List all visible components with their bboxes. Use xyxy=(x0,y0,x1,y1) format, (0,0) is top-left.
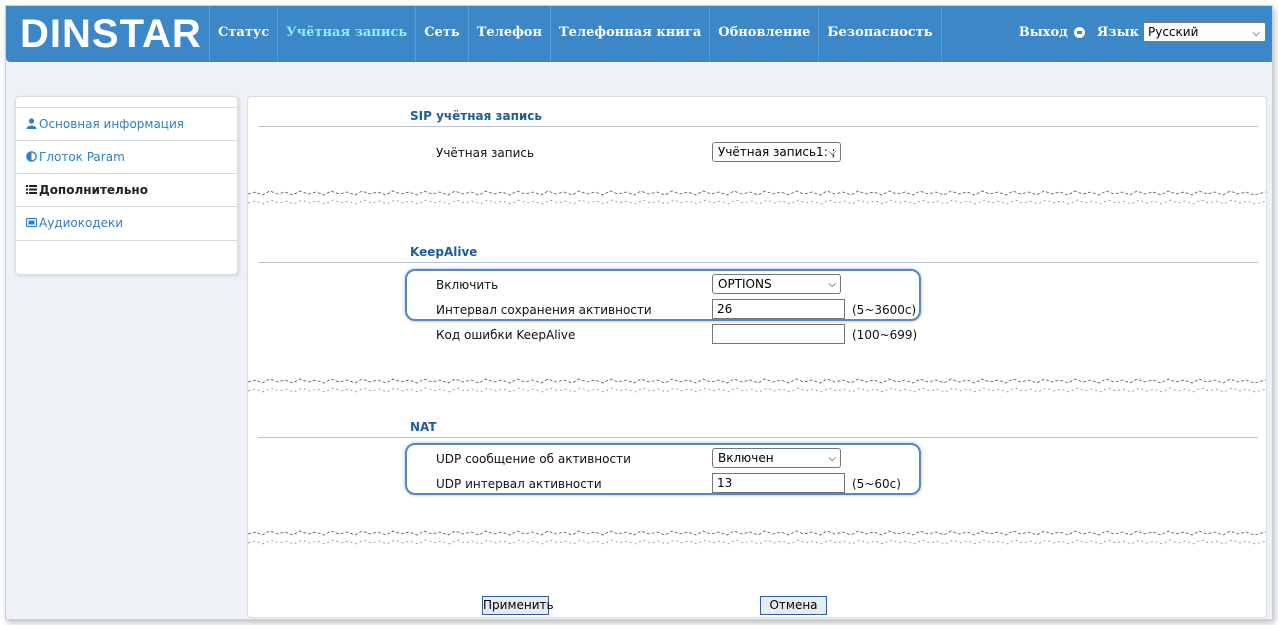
sidebar: Основная информация Глоток Param Дополни… xyxy=(15,96,238,275)
nav-network[interactable]: Сеть xyxy=(415,6,468,62)
sidebar-item-audio-codecs[interactable]: Аудиокодеки xyxy=(16,206,237,239)
keepalive-enable-label: Включить xyxy=(436,278,499,292)
udp-interval-label: UDP интервал активности xyxy=(436,477,602,491)
sidebar-item-label: Основная информация xyxy=(39,117,184,131)
account-select-value: Учётная запись1: ; xyxy=(718,145,836,159)
sidebar-item-label: Дополнительно xyxy=(39,183,148,197)
chevron-down-icon: ⌵ xyxy=(828,147,836,158)
sidebar-item-advanced[interactable]: Дополнительно xyxy=(16,173,237,206)
keepalive-interval-input[interactable]: 26 xyxy=(712,299,845,319)
dinstar-logo: DINSTAR xyxy=(20,12,202,56)
language-select-value: Русский xyxy=(1148,25,1199,39)
chevron-down-icon: ⌵ xyxy=(1252,28,1260,39)
udp-interval-hint: (5~60с) xyxy=(852,477,901,491)
omitted-content-tear xyxy=(248,190,1266,205)
top-navigation-bar: DINSTAR Статус Учётная запись Сеть Телеф… xyxy=(6,6,1272,62)
section-divider xyxy=(258,126,1258,127)
keepalive-interval-hint: (5~3600с) xyxy=(852,303,917,317)
omitted-content-tear xyxy=(248,378,1266,393)
sidebar-item-basic-info[interactable]: Основная информация xyxy=(16,107,237,140)
list-icon xyxy=(26,185,37,194)
chevron-down-icon: ⌵ xyxy=(828,279,836,290)
chevron-down-icon: ⌵ xyxy=(828,453,836,464)
app-window: DINSTAR Статус Учётная запись Сеть Телеф… xyxy=(5,5,1273,620)
account-label: Учётная запись xyxy=(436,146,535,160)
main-nav: Статус Учётная запись Сеть Телефон Телеф… xyxy=(209,6,942,62)
section-title-keepalive: KeepAlive xyxy=(410,245,478,259)
nav-phonebook[interactable]: Телефонная книга xyxy=(550,6,709,62)
codec-icon xyxy=(26,217,37,228)
account-select[interactable]: Учётная запись1: ; ⌵ xyxy=(712,142,841,162)
language-label: Язык xyxy=(1096,24,1139,40)
nav-phone[interactable]: Телефон xyxy=(467,6,550,62)
logout-icon[interactable] xyxy=(1073,26,1085,38)
section-divider xyxy=(258,437,1258,438)
cancel-button[interactable]: Отмена xyxy=(760,596,827,615)
sidebar-item-label: Глоток Param xyxy=(39,150,125,164)
udp-message-label: UDP сообщение об активности xyxy=(436,452,631,466)
nav-security[interactable]: Безопасность xyxy=(818,6,942,62)
sidebar-item-label: Аудиокодеки xyxy=(39,216,124,230)
header-right: Выход Язык Русский ⌵ xyxy=(1019,22,1266,42)
sidebar-item-sip-param[interactable]: Глоток Param xyxy=(16,140,237,173)
language-select[interactable]: Русский ⌵ xyxy=(1143,22,1266,42)
logout-link[interactable]: Выход xyxy=(1019,25,1068,40)
keepalive-enable-value: OPTIONS xyxy=(718,277,772,291)
nav-status[interactable]: Статус xyxy=(209,6,277,62)
udp-interval-input[interactable]: 13 xyxy=(712,473,845,493)
keepalive-interval-label: Интервал сохранения активности xyxy=(436,303,652,317)
user-icon xyxy=(26,118,37,129)
apply-button[interactable]: Применить xyxy=(482,596,554,615)
udp-message-value: Включен xyxy=(718,451,774,465)
keepalive-enable-select[interactable]: OPTIONS ⌵ xyxy=(712,274,841,294)
keepalive-error-input[interactable] xyxy=(712,324,845,344)
nav-update[interactable]: Обновление xyxy=(709,6,818,62)
nav-account[interactable]: Учётная запись xyxy=(277,6,415,62)
main-panel: SIP учётная запись Учётная запись Учётна… xyxy=(247,96,1267,618)
section-divider xyxy=(258,262,1258,263)
omitted-content-tear xyxy=(248,530,1266,545)
keepalive-error-label: Код ошибки KeepAlive xyxy=(436,328,576,342)
half-circle-icon xyxy=(26,151,37,162)
section-title-nat: NAT xyxy=(410,420,437,434)
section-title-sip: SIP учётная запись xyxy=(410,109,542,123)
udp-message-select[interactable]: Включен ⌵ xyxy=(712,448,841,468)
keepalive-error-hint: (100~699) xyxy=(852,328,918,342)
sidebar-divider xyxy=(16,240,237,241)
